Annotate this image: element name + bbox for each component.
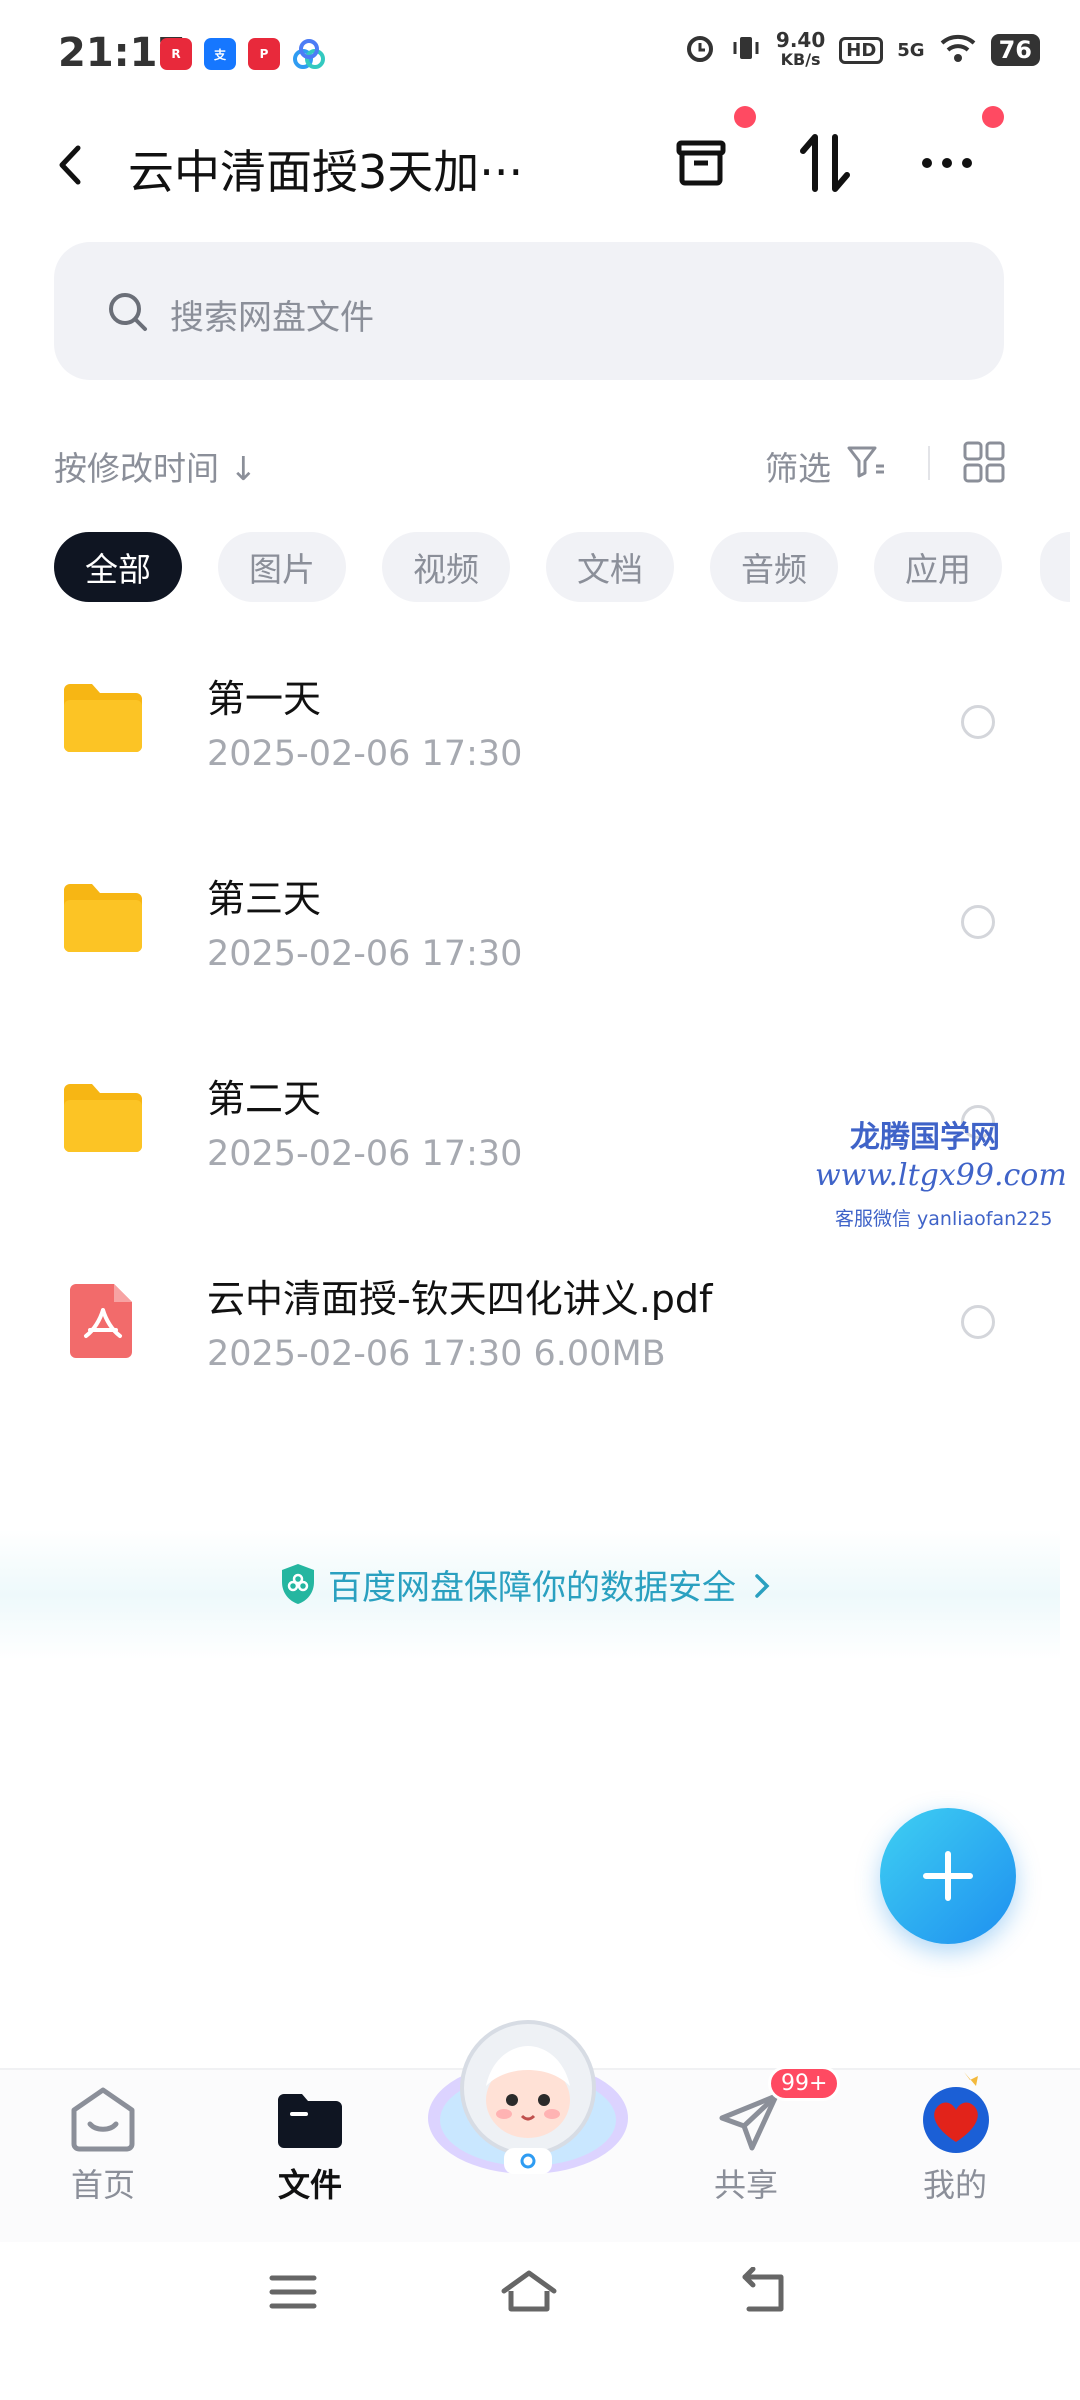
file-name: 第三天 (207, 877, 322, 921)
more-dots-icon (922, 158, 972, 168)
watermark-contact: 客服微信 yanliaofan225 (835, 1208, 1053, 1230)
chip-more[interactable] (1040, 532, 1070, 602)
archive-icon (676, 140, 726, 186)
file-name: 第二天 (207, 1077, 322, 1121)
assistant-mascot-button[interactable] (420, 2008, 636, 2192)
select-radio[interactable] (961, 705, 995, 739)
transfer-arrows-icon (800, 134, 850, 192)
grid-view-icon (963, 441, 1005, 483)
file-row[interactable] (0, 840, 1060, 1000)
back-arrow-icon (742, 2267, 784, 2312)
baidu-netdisk-app-icon (292, 38, 326, 76)
chip-videos[interactable]: 视频 (382, 532, 510, 602)
share-tab-icon[interactable] (716, 2090, 782, 2160)
chevron-right-icon (753, 1568, 771, 1608)
select-radio[interactable] (961, 1305, 995, 1339)
safety-banner-link[interactable]: 百度网盘保障你的数据安全 (328, 1560, 771, 1609)
file-meta: 2025-02-06 17:30 6.00MB (207, 1334, 666, 1374)
tab-files[interactable]: 文件 (250, 2160, 370, 2206)
pdf-file-icon (68, 1280, 138, 1364)
chip-apps[interactable]: 应用 (874, 532, 1002, 602)
folder-icon (60, 880, 146, 960)
hd-badge: HD (839, 36, 884, 64)
system-back-button[interactable] (728, 2262, 798, 2322)
chip-documents[interactable]: 文档 (546, 532, 674, 602)
tab-mine[interactable]: 我的 (895, 2160, 1015, 2206)
status-indicators: 9.40 KB/s HD 5G 76 (684, 30, 1040, 70)
mascot-icon (428, 2020, 628, 2174)
system-menu-button[interactable] (258, 2262, 328, 2322)
transfer-button[interactable] (790, 128, 860, 198)
chip-images[interactable]: 图片 (218, 532, 346, 602)
tab-home[interactable]: 首页 (43, 2160, 163, 2206)
chip-audio[interactable]: 音频 (710, 532, 838, 602)
more-button[interactable] (912, 128, 982, 198)
file-meta: 2025-02-06 17:30 (207, 934, 523, 974)
plus-icon (923, 1851, 973, 1901)
xiaohongshu-app-icon: R (160, 38, 192, 70)
notification-dot (734, 106, 756, 128)
grid-view-button[interactable] (962, 440, 1006, 488)
alarm-icon (684, 32, 716, 68)
back-button[interactable] (50, 140, 90, 190)
safety-banner-text: 百度网盘保障你的数据安全 (328, 1568, 736, 1608)
select-radio[interactable] (961, 905, 995, 939)
filter-icon (846, 444, 886, 484)
divider (928, 446, 930, 480)
chevron-left-icon (59, 145, 81, 185)
alipay-app-icon: 支 (204, 38, 236, 70)
shield-icon (278, 1562, 318, 1610)
notification-dot (982, 106, 1004, 128)
home-icon (501, 2270, 557, 2312)
wifi-icon (939, 33, 977, 67)
search-icon (106, 290, 150, 338)
system-home-button[interactable] (494, 2262, 564, 2322)
signal-5g: 5G (897, 39, 925, 61)
sort-by-modified-button[interactable]: 按修改时间 ↓ (54, 442, 257, 490)
file-name: 第一天 (207, 677, 322, 721)
chip-all[interactable]: 全部 (54, 532, 182, 602)
home-tab-icon[interactable] (68, 2086, 138, 2156)
tab-share[interactable]: 共享 (686, 2160, 806, 2206)
folder-icon (60, 680, 146, 760)
net-speed: 9.40 KB/s (775, 28, 826, 69)
watermark-url: www.ltgx99.com (815, 1158, 1067, 1193)
add-button[interactable] (880, 1808, 1016, 1944)
file-name: 云中清面授-钦天四化讲义.pdf (207, 1277, 713, 1321)
menu-icon (269, 2275, 317, 2309)
folder-icon (60, 1080, 146, 1160)
filter-button[interactable]: 筛选 (765, 442, 831, 490)
files-tab-icon[interactable] (276, 2092, 344, 2154)
vibrate-icon (730, 32, 762, 68)
archive-button[interactable] (666, 128, 736, 198)
page-title: 云中清面授3天加··· (128, 145, 524, 199)
search-placeholder: 搜索网盘文件 (170, 298, 374, 338)
profile-avatar[interactable] (920, 2070, 992, 2160)
battery-indicator: 76 (990, 34, 1040, 66)
watermark-title: 龙腾国学网 (850, 1120, 1000, 1155)
share-notification-badge: 99+ (768, 2066, 841, 2101)
file-meta: 2025-02-06 17:30 (207, 1134, 523, 1174)
file-row[interactable] (0, 640, 1060, 800)
pinduoduo-app-icon: P (248, 38, 280, 70)
file-meta: 2025-02-06 17:30 (207, 734, 523, 774)
